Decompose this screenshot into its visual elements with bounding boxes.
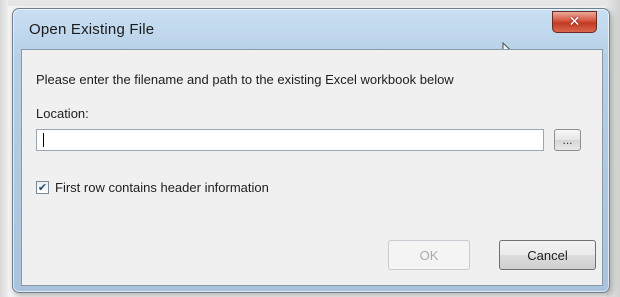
close-icon: ✕ [568,14,581,30]
cancel-button[interactable]: Cancel [499,240,596,270]
dialog-client-area: Please enter the filename and path to th… [21,49,603,286]
checkmark-icon: ✔ [37,181,48,194]
location-input[interactable] [36,129,544,151]
dialog-title: Open Existing File [29,21,155,38]
instruction-text: Please enter the filename and path to th… [36,72,454,87]
ok-button[interactable]: OK [388,240,470,270]
screen: Open Existing File ✕ Please enter the fi… [0,0,620,297]
background-app-top-edge [0,0,620,6]
text-caret [43,133,44,147]
header-row-checkbox[interactable]: ✔ [36,181,49,194]
browse-button[interactable]: ... [554,129,581,151]
background-app-left-edge [0,0,8,297]
location-label: Location: [36,106,89,121]
close-button[interactable]: ✕ [552,11,597,33]
header-row-option: ✔ First row contains header information [36,180,269,195]
header-row-checkbox-label[interactable]: First row contains header information [55,180,269,195]
open-existing-file-dialog: Open Existing File ✕ Please enter the fi… [12,8,610,293]
